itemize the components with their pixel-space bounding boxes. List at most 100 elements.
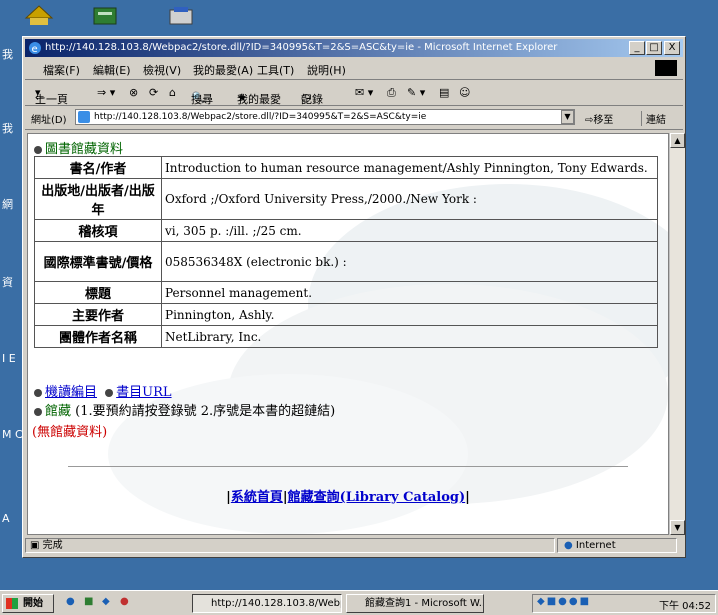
refresh-icon[interactable]: ⟳ bbox=[149, 86, 158, 99]
status-bar: ▣ 完成 ● Internet bbox=[25, 537, 683, 555]
catalog-link[interactable]: 館藏查詢(Library Catalog) bbox=[288, 490, 466, 505]
edit-icon[interactable]: ✎ ▾ bbox=[407, 86, 425, 99]
quicklaunch-ie-icon[interactable]: ● bbox=[66, 596, 75, 607]
discuss-icon[interactable]: ▤ bbox=[439, 86, 449, 99]
desktop-icon[interactable] bbox=[90, 4, 120, 26]
bullet-icon bbox=[34, 407, 42, 416]
maximize-button[interactable]: □ bbox=[646, 41, 662, 55]
mail-icon[interactable]: ✉ ▾ bbox=[355, 86, 373, 99]
catalog-table: 書名/作者 Introduction to human resource man… bbox=[34, 156, 658, 348]
desktop-label: A bbox=[2, 512, 10, 525]
task-ie-window[interactable]: http://140.128.103.8/Webp... bbox=[192, 594, 342, 613]
close-button[interactable]: X bbox=[664, 41, 680, 55]
page-icon: ▣ bbox=[30, 540, 40, 551]
row-value: vi, 305 p. :/ill. ;/25 cm. bbox=[161, 219, 658, 242]
windows-flag-icon bbox=[6, 598, 18, 609]
quicklaunch-media-icon[interactable]: ● bbox=[120, 596, 129, 607]
marc-link[interactable]: 機讀編目 bbox=[45, 385, 97, 400]
globe-icon: ● bbox=[564, 540, 573, 551]
record-links: 機讀編目 書目URL bbox=[34, 381, 172, 400]
favorites-label: 我的最愛 bbox=[237, 93, 281, 106]
tray-icons[interactable]: ◆■●●■ bbox=[537, 596, 591, 607]
row-label: 出版地/出版者/出版年 bbox=[34, 178, 162, 220]
scroll-down-button[interactable]: ▼ bbox=[670, 520, 685, 535]
browser-window: e http://140.128.103.8/Webpac2/store.dll… bbox=[22, 36, 686, 558]
title-bar[interactable]: e http://140.128.103.8/Webpac2/store.dll… bbox=[25, 39, 683, 57]
row-label: 標題 bbox=[34, 281, 162, 304]
quicklaunch-outlook-icon[interactable]: ◆ bbox=[102, 596, 110, 607]
address-bar: 網址(D) http://140.128.103.8/Webpac2/store… bbox=[25, 107, 683, 130]
toolbar: ⇐ 上一頁 ▾ ⇒ ▾ ⊗ ⟳ ⌂ 🔍 搜尋 ★ 我的最愛 ◷ 記錄 ✉ ▾ ⎙ ✎ ▾… bbox=[25, 81, 683, 106]
zone-text: Internet bbox=[575, 540, 616, 551]
divider bbox=[68, 466, 628, 467]
menu-edit[interactable]: 編輯(E) bbox=[93, 62, 131, 78]
back-label: 上一頁 bbox=[35, 93, 68, 106]
holdings-note: (1.要預約請按登錄號 2.序號是本書的超鏈結) bbox=[75, 404, 336, 419]
address-label: 網址(D) bbox=[31, 115, 67, 126]
quicklaunch-desktop-icon[interactable]: ■ bbox=[84, 596, 93, 607]
row-value: NetLibrary, Inc. bbox=[161, 325, 658, 348]
taskbar: 開始 ● ■ ◆ ● http://140.128.103.8/Webp... … bbox=[0, 590, 718, 615]
go-label: 移至 bbox=[593, 115, 614, 126]
table-row: 標題 Personnel management. bbox=[34, 281, 658, 304]
clock: 下午 04:52 bbox=[659, 601, 711, 612]
system-tray: ◆■●●■ 下午 04:52 bbox=[532, 594, 716, 613]
task-word-window[interactable]: 館藏查詢1 - Microsoft W... bbox=[346, 594, 484, 613]
search-label: 搜尋 bbox=[191, 93, 213, 106]
row-label: 稽核項 bbox=[34, 219, 162, 242]
back-button[interactable]: ⇐ 上一頁 ▾ bbox=[35, 86, 68, 106]
row-label: 書名/作者 bbox=[34, 156, 162, 179]
row-value: Pinnington, Ashly. bbox=[161, 303, 658, 326]
links-button[interactable]: 連結 bbox=[641, 111, 666, 126]
bullet-icon bbox=[34, 388, 42, 397]
table-row: 國際標準書號/價格 058536348X (electronic bk.) : bbox=[34, 241, 658, 282]
no-holdings-text: (無館藏資料) bbox=[32, 425, 108, 440]
scroll-up-button[interactable]: ▲ bbox=[670, 133, 685, 148]
home-icon[interactable]: ⌂ bbox=[169, 86, 176, 99]
page-content: 圖書館藏資料 書名/作者 Introduction to human resou… bbox=[27, 133, 669, 535]
row-label: 主要作者 bbox=[34, 303, 162, 326]
ie-icon: e bbox=[28, 41, 42, 55]
row-label: 國際標準書號/價格 bbox=[34, 241, 162, 282]
status-text: 完成 bbox=[42, 540, 63, 551]
menu-tools[interactable]: 工具(T) bbox=[257, 62, 294, 78]
stop-icon[interactable]: ⊗ bbox=[129, 86, 138, 99]
bullet-icon bbox=[34, 145, 42, 154]
minimize-button[interactable]: _ bbox=[629, 41, 645, 55]
window-title: http://140.128.103.8/Webpac2/store.dll/?… bbox=[45, 42, 558, 53]
history-label: 記錄 bbox=[301, 93, 323, 106]
menu-view[interactable]: 檢視(V) bbox=[143, 62, 181, 78]
address-url: http://140.128.103.8/Webpac2/store.dll/?… bbox=[94, 112, 427, 122]
menu-favorites[interactable]: 我的最愛(A) bbox=[193, 62, 253, 78]
desktop-label: 網 bbox=[2, 198, 13, 211]
print-icon[interactable]: ⎙ bbox=[387, 86, 396, 100]
start-label: 開始 bbox=[23, 598, 43, 609]
bullet-icon bbox=[105, 388, 114, 397]
menu-bar: 檔案(F) 編輯(E) 檢視(V) 我的最愛(A) 工具(T) 說明(H) bbox=[25, 59, 683, 80]
start-button[interactable]: 開始 bbox=[2, 594, 54, 613]
address-dropdown-button[interactable]: ▼ bbox=[561, 110, 574, 124]
home-link[interactable]: 系統首頁 bbox=[231, 490, 283, 505]
forward-button[interactable]: ⇒ ▾ bbox=[97, 86, 115, 99]
section-title-text: 圖書館藏資料 bbox=[45, 142, 124, 157]
desktop-icon[interactable] bbox=[24, 4, 54, 26]
desktop-icon[interactable] bbox=[166, 4, 196, 26]
row-value: Introduction to human resource managemen… bbox=[161, 156, 658, 179]
menu-help[interactable]: 說明(H) bbox=[307, 62, 346, 78]
row-value: Oxford ;/Oxford University Press,/2000./… bbox=[161, 178, 658, 220]
address-input[interactable]: http://140.128.103.8/Webpac2/store.dll/?… bbox=[75, 109, 575, 125]
holdings-label: 館藏 bbox=[45, 404, 72, 419]
go-button[interactable]: ⇨移至 bbox=[585, 111, 613, 126]
table-row: 書名/作者 Introduction to human resource man… bbox=[34, 156, 658, 179]
holdings-line: 館藏 (1.要預約請按登錄號 2.序號是本書的超鏈結) bbox=[34, 400, 335, 419]
page-icon bbox=[78, 111, 90, 123]
messenger-icon[interactable]: ☺ bbox=[459, 86, 470, 99]
footer-links: |系統首頁|館藏查詢(Library Catalog)| bbox=[226, 490, 470, 505]
svg-text:e: e bbox=[32, 44, 38, 55]
table-row: 稽核項 vi, 305 p. :/ill. ;/25 cm. bbox=[34, 219, 658, 242]
desktop-label: I E bbox=[2, 352, 16, 365]
vertical-scrollbar[interactable]: ▲ ▼ bbox=[669, 133, 685, 535]
menu-file[interactable]: 檔案(F) bbox=[43, 62, 80, 78]
row-value: 058536348X (electronic bk.) : bbox=[161, 241, 658, 282]
url-link[interactable]: 書目URL bbox=[116, 385, 171, 400]
